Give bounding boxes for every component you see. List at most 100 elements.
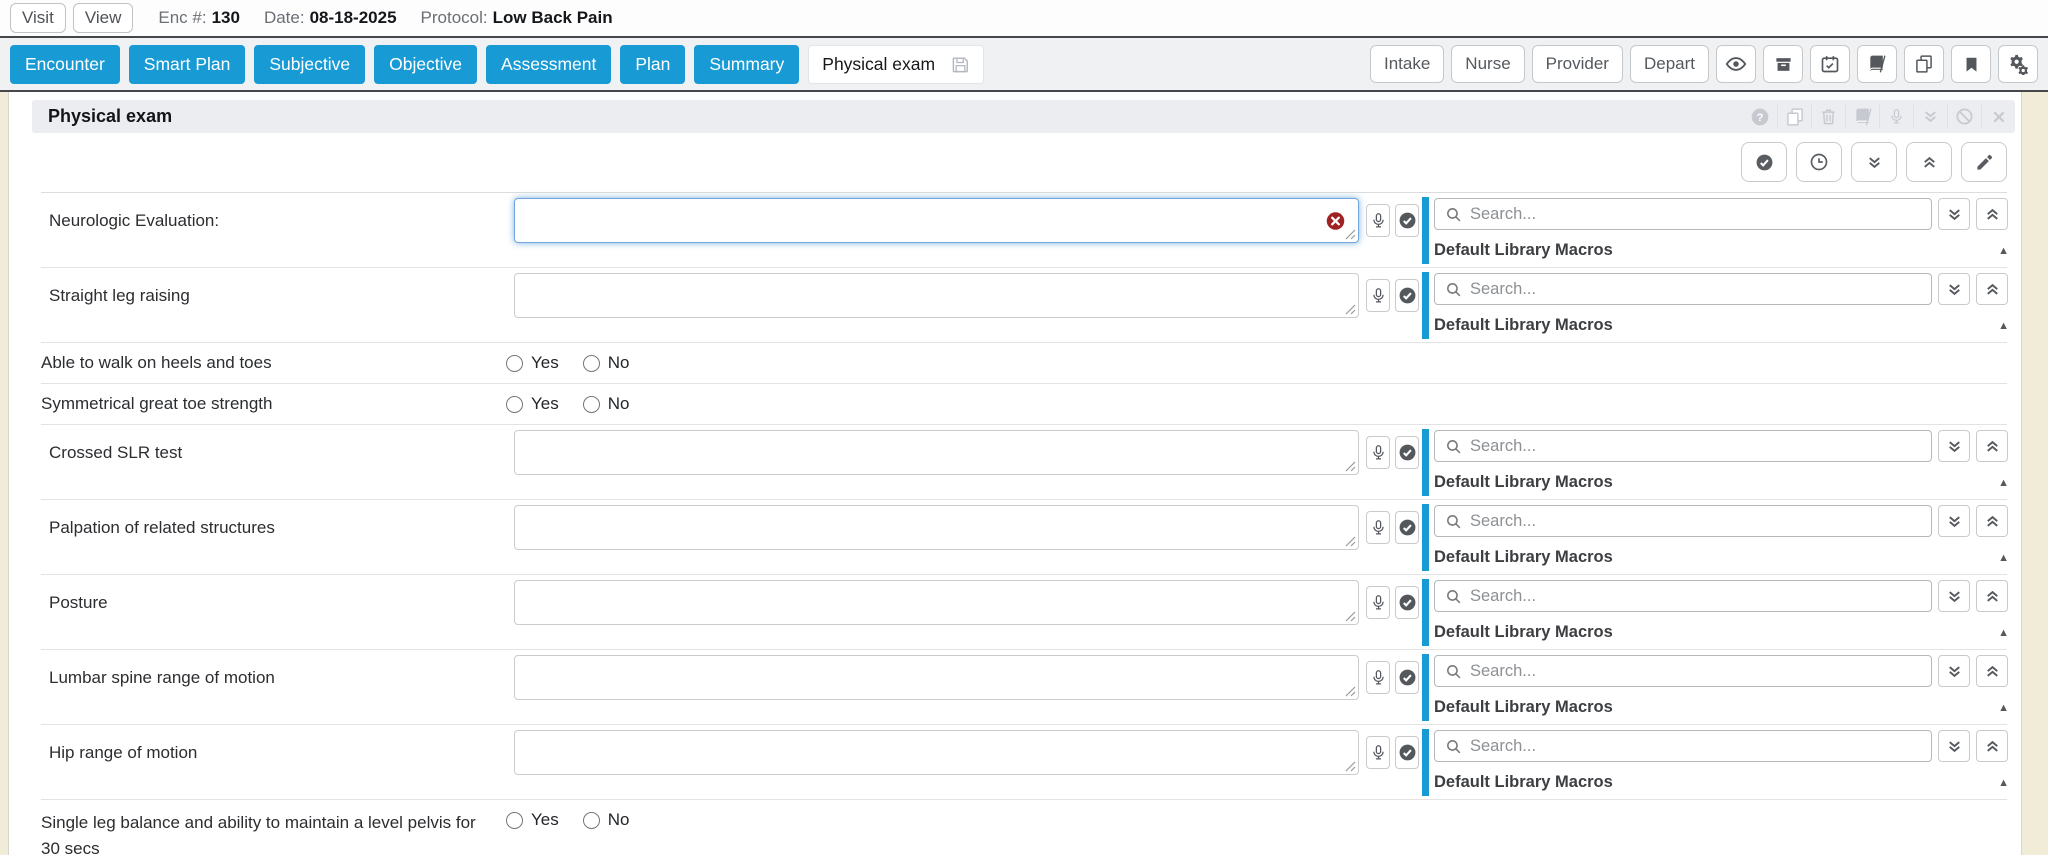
resize-handle-icon[interactable]	[1345, 304, 1356, 315]
macro-search-input[interactable]	[1470, 512, 1921, 531]
bookmark-button[interactable]	[1951, 45, 1991, 83]
confirm-button[interactable]	[1395, 204, 1419, 237]
header-mic-button[interactable]	[1879, 105, 1913, 129]
macro-collapse-button[interactable]	[1976, 580, 2008, 612]
dictate-button[interactable]	[1366, 204, 1390, 237]
provider-button[interactable]: Provider	[1532, 45, 1623, 83]
visit-button[interactable]: Visit	[10, 3, 66, 33]
chevrons-up-action-button[interactable]	[1906, 142, 1952, 182]
eye-button[interactable]	[1716, 45, 1756, 83]
dictate-button[interactable]	[1366, 511, 1390, 544]
macro-section-toggle-icon[interactable]: ▲	[1998, 552, 2009, 564]
field-textarea[interactable]	[514, 505, 1359, 550]
check-circle-action-button[interactable]	[1741, 142, 1787, 182]
tab-physical-exam-active[interactable]: Physical exam	[808, 45, 984, 84]
depart-button[interactable]: Depart	[1630, 45, 1709, 83]
field-textarea[interactable]	[514, 580, 1359, 625]
tab-assessment[interactable]: Assessment	[486, 45, 611, 84]
archive-button[interactable]	[1763, 45, 1803, 83]
confirm-button[interactable]	[1395, 279, 1419, 312]
check-circle-icon	[1398, 443, 1417, 462]
dictate-button[interactable]	[1366, 586, 1390, 619]
resize-handle-icon[interactable]	[1345, 686, 1356, 697]
tab-smart-plan[interactable]: Smart Plan	[129, 45, 246, 84]
macro-expand-button[interactable]	[1938, 655, 1970, 687]
field-textarea[interactable]	[514, 273, 1359, 318]
macro-section-toggle-icon[interactable]: ▲	[1998, 702, 2009, 714]
macro-section-toggle-icon[interactable]: ▲	[1998, 627, 2009, 639]
clear-icon[interactable]	[1325, 210, 1346, 231]
header-copy-button[interactable]	[1777, 105, 1811, 129]
resize-handle-icon[interactable]	[1345, 761, 1356, 772]
macro-search-input[interactable]	[1470, 662, 1921, 681]
confirm-button[interactable]	[1395, 586, 1419, 619]
tab-plan[interactable]: Plan	[620, 45, 685, 84]
field-textarea[interactable]	[514, 198, 1359, 243]
macro-collapse-button[interactable]	[1976, 273, 2008, 305]
resize-handle-icon[interactable]	[1345, 536, 1356, 547]
pencil-action-button[interactable]	[1961, 142, 2007, 182]
header-close-button[interactable]	[1981, 105, 2015, 129]
dictate-button[interactable]	[1366, 736, 1390, 769]
calendar-check-button[interactable]	[1810, 45, 1850, 83]
confirm-button[interactable]	[1395, 736, 1419, 769]
macro-expand-button[interactable]	[1938, 730, 1970, 762]
intake-button[interactable]: Intake	[1370, 45, 1444, 83]
radio-yes[interactable]	[506, 396, 523, 413]
macro-section-toggle-icon[interactable]: ▲	[1998, 320, 2009, 332]
header-help-button[interactable]: ?	[1743, 105, 1777, 129]
macro-search-input[interactable]	[1470, 587, 1921, 606]
field-textarea[interactable]	[514, 430, 1359, 475]
resize-handle-icon[interactable]	[1345, 611, 1356, 622]
header-chevrons-down-button[interactable]	[1913, 105, 1947, 129]
macro-expand-button[interactable]	[1938, 580, 1970, 612]
clock-action-button[interactable]	[1796, 142, 1842, 182]
header-ban-button[interactable]	[1947, 105, 1981, 129]
macro-search-input[interactable]	[1470, 205, 1921, 224]
book-button[interactable]	[1857, 45, 1897, 83]
macro-collapse-button[interactable]	[1976, 655, 2008, 687]
dictate-button[interactable]	[1366, 436, 1390, 469]
macro-collapse-button[interactable]	[1976, 505, 2008, 537]
radio-yes[interactable]	[506, 355, 523, 372]
macro-collapse-button[interactable]	[1976, 198, 2008, 230]
header-book-button[interactable]	[1845, 105, 1879, 129]
resize-handle-icon[interactable]	[1345, 461, 1356, 472]
radio-no[interactable]	[583, 396, 600, 413]
header-trash-button[interactable]	[1811, 105, 1845, 129]
nurse-button[interactable]: Nurse	[1451, 45, 1524, 83]
chevrons-down-action-button[interactable]	[1851, 142, 1897, 182]
macro-collapse-button[interactable]	[1976, 730, 2008, 762]
radio-yes[interactable]	[506, 812, 523, 829]
tab-encounter[interactable]: Encounter	[10, 45, 120, 84]
macro-section-toggle-icon[interactable]: ▲	[1998, 777, 2009, 789]
view-button[interactable]: View	[73, 3, 134, 33]
trash-icon	[1819, 107, 1838, 126]
radio-no[interactable]	[583, 355, 600, 372]
macro-collapse-button[interactable]	[1976, 430, 2008, 462]
tab-summary[interactable]: Summary	[694, 45, 799, 84]
macro-expand-button[interactable]	[1938, 273, 1970, 305]
tab-subjective[interactable]: Subjective	[254, 45, 365, 84]
confirm-button[interactable]	[1395, 661, 1419, 694]
macro-expand-button[interactable]	[1938, 430, 1970, 462]
macro-section-toggle-icon[interactable]: ▲	[1998, 245, 2009, 257]
confirm-button[interactable]	[1395, 436, 1419, 469]
field-textarea[interactable]	[514, 655, 1359, 700]
resize-handle-icon[interactable]	[1345, 229, 1356, 240]
confirm-button[interactable]	[1395, 511, 1419, 544]
macro-expand-button[interactable]	[1938, 505, 1970, 537]
macro-search-input[interactable]	[1470, 437, 1921, 456]
macro-expand-button[interactable]	[1938, 198, 1970, 230]
gears-button[interactable]	[1998, 45, 2038, 83]
copy-button[interactable]	[1904, 45, 1944, 83]
macro-panel: Default Library Macros ▲	[1434, 430, 2009, 492]
macro-section-toggle-icon[interactable]: ▲	[1998, 477, 2009, 489]
radio-no[interactable]	[583, 812, 600, 829]
field-textarea[interactable]	[514, 730, 1359, 775]
dictate-button[interactable]	[1366, 661, 1390, 694]
macro-search-input[interactable]	[1470, 737, 1921, 756]
tab-objective[interactable]: Objective	[374, 45, 477, 84]
macro-search-input[interactable]	[1470, 280, 1921, 299]
dictate-button[interactable]	[1366, 279, 1390, 312]
